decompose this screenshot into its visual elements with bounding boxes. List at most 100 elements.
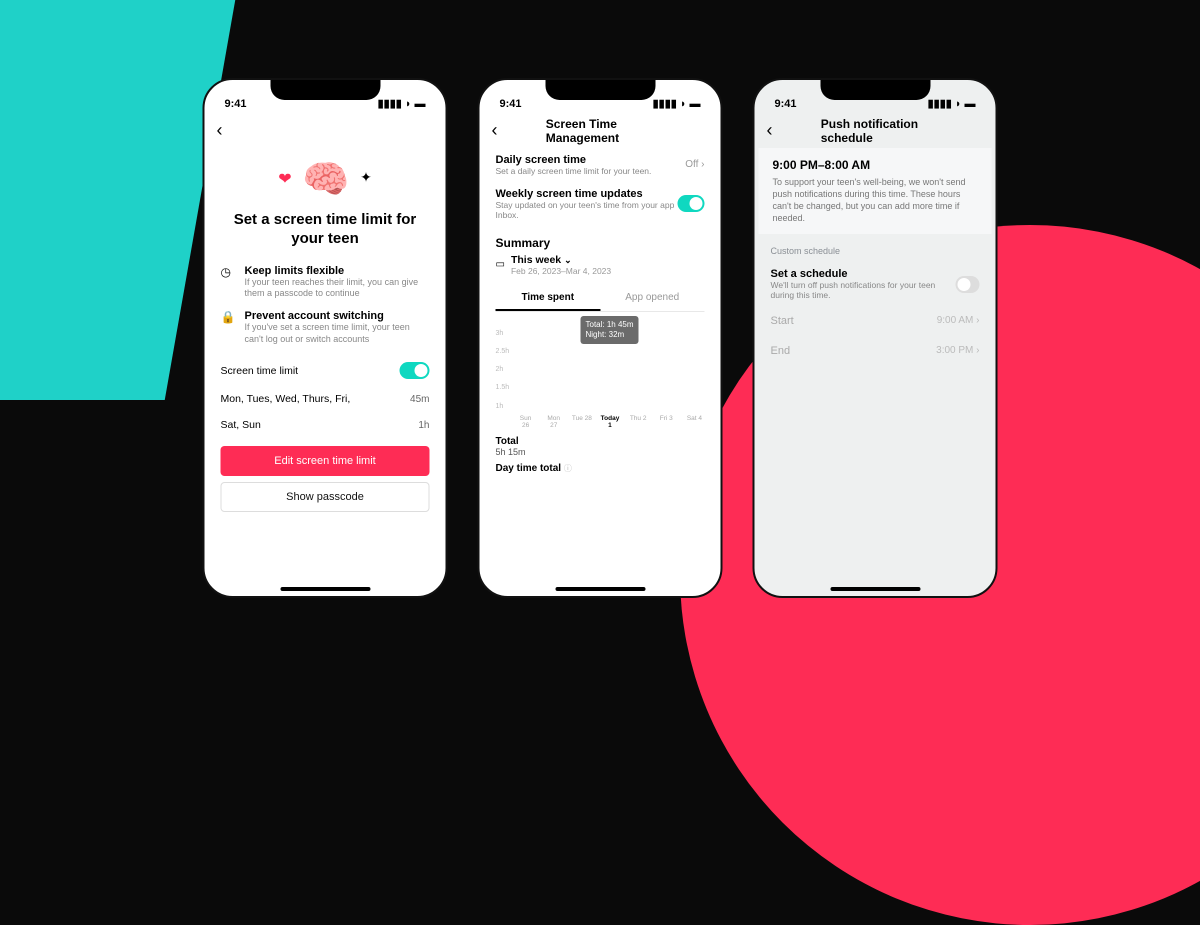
page-title: Set a screen time limit for your teen <box>221 210 430 249</box>
setting-title: Weekly screen time updates <box>496 188 678 200</box>
show-passcode-button[interactable]: Show passcode <box>221 482 430 512</box>
setting-title: Set a schedule <box>771 268 956 280</box>
custom-schedule-header: Custom schedule <box>771 246 980 256</box>
nav-bar: ‹ <box>217 114 434 148</box>
feature-desc: If you've set a screen time limit, your … <box>245 322 430 345</box>
days-label: Sat, Sun <box>221 419 261 431</box>
lock-icon: 🔒 <box>221 310 237 345</box>
status-icons: ▮▮▮▮ ◗ ▬ <box>653 97 701 110</box>
home-indicator[interactable] <box>555 587 645 591</box>
screen-time-limit-row: Screen time limit <box>221 355 430 386</box>
end-value: 3:00 PM › <box>936 345 979 357</box>
status-time: 9:41 <box>500 98 522 110</box>
start-label: Start <box>771 315 794 327</box>
status-time: 9:41 <box>225 98 247 110</box>
week-label: This week ⌄ <box>511 254 611 266</box>
schedule-desc: To support your teen's well-being, we wo… <box>773 176 978 225</box>
chart-bars <box>516 332 705 412</box>
daily-screen-time-row[interactable]: Daily screen time Set a daily screen tim… <box>496 148 705 182</box>
x-axis: Sun 26 Mon 27 Tue 28 Today 1 Thu 2 Fri 3… <box>516 415 705 429</box>
tab-time-spent[interactable]: Time spent <box>496 286 601 311</box>
calendar-icon: ▭ <box>496 259 505 270</box>
chevron-down-icon: ⌄ <box>564 255 572 265</box>
battery-icon: ▬ <box>965 98 976 110</box>
schedule-time: 9:00 PM–8:00 AM <box>773 158 978 172</box>
status-icons: ▮▮▮▮ ◗ ▬ <box>928 97 976 110</box>
day-total-row: Day time total ⓘ <box>496 463 705 474</box>
weekend-limit-row[interactable]: Sat, Sun 1h <box>221 412 430 438</box>
phone-notch <box>545 80 655 100</box>
setting-desc: Stay updated on your teen's time from yo… <box>496 200 678 220</box>
feature-desc: If your teen reaches their limit, you ca… <box>245 277 430 300</box>
signal-icon: ▮▮▮▮ <box>928 97 952 110</box>
limit-value: 1h <box>418 420 429 431</box>
setting-value: Off › <box>685 159 704 170</box>
signal-icon: ▮▮▮▮ <box>378 97 402 110</box>
home-indicator[interactable] <box>830 587 920 591</box>
limit-value: 45m <box>410 394 429 405</box>
tab-app-opened[interactable]: App opened <box>600 286 705 311</box>
feature-prevent-switch: 🔒 Prevent account switching If you've se… <box>221 310 430 345</box>
screen-time-toggle[interactable] <box>400 362 430 379</box>
feature-title: Keep limits flexible <box>245 265 430 277</box>
info-icon[interactable]: ⓘ <box>564 464 572 473</box>
wifi-icon: ◗ <box>405 98 412 110</box>
total-value: 5h 15m <box>496 447 705 457</box>
setting-desc: We'll turn off push notifications for yo… <box>771 280 956 300</box>
week-selector[interactable]: ▭ This week ⌄ Feb 26, 2023–Mar 4, 2023 <box>496 254 705 276</box>
nav-bar: ‹ Screen Time Management <box>492 114 709 148</box>
brain-illustration: ❤ 🧠 ✦ <box>221 148 430 210</box>
setting-title: Daily screen time <box>496 154 652 166</box>
usage-chart: Total: 1h 45m Night: 32m 3h 2.5h 2h 1.5h… <box>496 320 705 430</box>
wifi-icon: ◗ <box>680 98 687 110</box>
start-value: 9:00 AM › <box>937 315 980 327</box>
nav-title: Push notification schedule <box>821 117 930 145</box>
battery-icon: ▬ <box>690 98 701 110</box>
phone-screen-time-limit: 9:41 ▮▮▮▮ ◗ ▬ ‹ ❤ 🧠 ✦ Set a screen time … <box>203 78 448 598</box>
end-time-row[interactable]: End 3:00 PM › <box>771 336 980 366</box>
chart-tabs: Time spent App opened <box>496 286 705 312</box>
set-schedule-row: Set a schedule We'll turn off push notif… <box>771 262 980 306</box>
tooltip-total: Total: 1h 45m <box>586 320 634 330</box>
phone-notch <box>270 80 380 100</box>
summary-header: Summary <box>496 236 705 250</box>
fixed-schedule: 9:00 PM–8:00 AM To support your teen's w… <box>759 148 992 235</box>
schedule-toggle[interactable] <box>955 276 979 293</box>
day-total-label: Day time total <box>496 463 562 474</box>
nav-bar: ‹ Push notification schedule <box>767 114 984 148</box>
status-icons: ▮▮▮▮ ◗ ▬ <box>378 97 426 110</box>
back-icon[interactable]: ‹ <box>492 120 498 141</box>
home-indicator[interactable] <box>280 587 370 591</box>
week-range: Feb 26, 2023–Mar 4, 2023 <box>511 266 611 276</box>
edit-limit-button[interactable]: Edit screen time limit <box>221 446 430 476</box>
setting-desc: Set a daily screen time limit for your t… <box>496 166 652 176</box>
phone-row: 9:41 ▮▮▮▮ ◗ ▬ ‹ ❤ 🧠 ✦ Set a screen time … <box>203 78 998 598</box>
battery-icon: ▬ <box>415 98 426 110</box>
weekday-limit-row[interactable]: Mon, Tues, Wed, Thurs, Fri, 45m <box>221 386 430 412</box>
nav-title: Screen Time Management <box>546 117 655 145</box>
y-axis: 3h 2.5h 2h 1.5h 1h <box>496 330 510 410</box>
weekly-updates-row: Weekly screen time updates Stay updated … <box>496 182 705 226</box>
back-icon[interactable]: ‹ <box>217 120 223 141</box>
phone-push-schedule: 9:41 ▮▮▮▮ ◗ ▬ ‹ Push notification schedu… <box>753 78 998 598</box>
total-row: Total 5h 15m <box>496 436 705 457</box>
brain-icon: 🧠 <box>302 159 349 201</box>
back-icon[interactable]: ‹ <box>767 120 773 141</box>
bg-teal-shape <box>0 0 235 400</box>
heart-icon: ❤ <box>278 171 291 188</box>
days-label: Mon, Tues, Wed, Thurs, Fri, <box>221 393 351 405</box>
sparkle-icon: ✦ <box>360 169 372 185</box>
weekly-toggle[interactable] <box>678 195 705 212</box>
clock-icon: ◷ <box>221 265 237 300</box>
feature-title: Prevent account switching <box>245 310 430 322</box>
signal-icon: ▮▮▮▮ <box>653 97 677 110</box>
phone-screen-time-mgmt: 9:41 ▮▮▮▮ ◗ ▬ ‹ Screen Time Management D… <box>478 78 723 598</box>
phone-notch <box>820 80 930 100</box>
end-label: End <box>771 345 791 357</box>
wifi-icon: ◗ <box>955 98 962 110</box>
start-time-row[interactable]: Start 9:00 AM › <box>771 306 980 336</box>
setting-label: Screen time limit <box>221 365 299 377</box>
feature-flexible: ◷ Keep limits flexible If your teen reac… <box>221 265 430 300</box>
total-label: Total <box>496 436 705 447</box>
status-time: 9:41 <box>775 98 797 110</box>
